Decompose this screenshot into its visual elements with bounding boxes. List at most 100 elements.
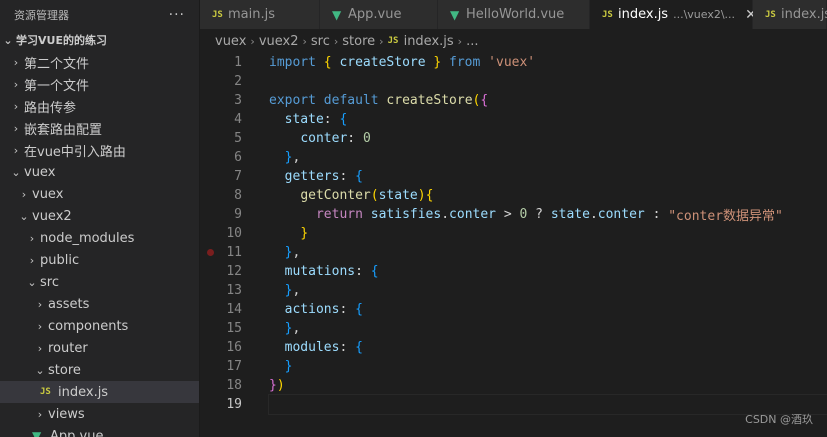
code-line[interactable]: 5 conter: 0 xyxy=(200,129,827,148)
code-token: ) xyxy=(417,188,426,203)
code-line[interactable]: 2 xyxy=(200,72,827,91)
line-text: conter: 0 xyxy=(269,129,827,148)
chevron-right-icon: › xyxy=(13,143,19,157)
js-file-icon: JS xyxy=(387,36,399,46)
tree-item[interactable]: › components xyxy=(0,315,199,337)
line-text: mutations: { xyxy=(269,262,827,281)
tree-item[interactable]: › assets xyxy=(0,293,199,315)
code-line[interactable]: 11 }, xyxy=(200,243,827,262)
breadcrumb-item[interactable]: src xyxy=(311,34,330,49)
line-number: 8 xyxy=(234,188,242,203)
tree-item[interactable]: › 在vue中引入路由 xyxy=(0,139,199,161)
line-text: actions: { xyxy=(269,300,827,319)
line-text: }, xyxy=(269,148,827,167)
code-token: , xyxy=(292,150,301,165)
tree-item[interactable]: › views xyxy=(0,403,199,425)
code-token: } xyxy=(284,359,293,374)
code-line[interactable]: 8 getConter(state){ xyxy=(200,186,827,205)
breadcrumb-item[interactable]: store xyxy=(342,34,375,49)
code-line[interactable]: 18}) xyxy=(200,376,827,395)
tree-item[interactable]: ⌄ src xyxy=(0,271,199,293)
code-token: { xyxy=(355,169,363,184)
line-text: getConter(state){ xyxy=(269,186,827,205)
code-line[interactable]: 12 mutations: { xyxy=(200,262,827,281)
code-line[interactable]: 6 }, xyxy=(200,148,827,167)
editor-tab[interactable]: JS main.js xyxy=(200,0,320,29)
editor-tab[interactable]: JS index.js ...\vuex2\... ✕ xyxy=(590,0,757,29)
code-line[interactable]: 15 }, xyxy=(200,319,827,338)
tree-item[interactable]: JS index.js xyxy=(0,381,199,403)
code-line[interactable]: 17 } xyxy=(200,357,827,376)
code-line[interactable]: 9 return satisfies. conter > 0 ? state. co… xyxy=(200,205,827,224)
code-token: createStore xyxy=(339,55,426,70)
breadcrumb-tail[interactable]: ... xyxy=(466,34,478,49)
code-token: return xyxy=(315,207,363,222)
tree-item[interactable]: ⌄ vuex xyxy=(0,161,199,183)
line-number: 7 xyxy=(234,169,242,184)
tree-item[interactable]: › public xyxy=(0,249,199,271)
code-line[interactable]: 13 }, xyxy=(200,281,827,300)
editor-tab[interactable]: JS index.js xyxy=(753,0,827,29)
tree-item-label: store xyxy=(48,362,81,378)
breadcrumb-item[interactable]: vuex xyxy=(215,34,246,49)
line-text: state: { xyxy=(269,110,827,129)
js-file-icon: JS xyxy=(765,9,776,20)
line-text: export default createStore({ xyxy=(269,91,827,110)
vue-file-icon: ▼ xyxy=(32,429,42,437)
tree-item[interactable]: › 第二个文件 xyxy=(0,51,199,73)
tree-item[interactable]: › router xyxy=(0,337,199,359)
code-token: 0 xyxy=(362,131,371,146)
line-number: 4 xyxy=(234,112,242,127)
code-line[interactable]: 1 import { createStore } from 'vuex' xyxy=(200,53,827,72)
line-text: }, xyxy=(269,281,827,300)
code-token: 0 xyxy=(519,207,528,222)
tree-item[interactable]: › vuex xyxy=(0,183,199,205)
code-token: state xyxy=(550,207,590,222)
code-token: { xyxy=(355,340,363,355)
tree-item[interactable]: › 第一个文件 xyxy=(0,73,199,95)
line-text: } xyxy=(269,357,827,376)
tree-item[interactable]: ⌄ vuex2 xyxy=(0,205,199,227)
tree-item-label: router xyxy=(48,340,88,356)
tree-item[interactable]: › node_modules xyxy=(0,227,199,249)
code-token: } xyxy=(284,321,293,336)
code-line[interactable]: 3 export default createStore({ xyxy=(200,91,827,110)
tab-label: index.js xyxy=(781,7,827,22)
editor-tab[interactable]: ▼ HelloWorld.vue xyxy=(438,0,590,29)
breadcrumb: vuex › vuex2 › src › store › JS index.js ›... xyxy=(200,29,827,53)
line-text: }) xyxy=(269,376,827,395)
chevron-right-icon: › xyxy=(37,341,43,355)
project-root[interactable]: ⌄ 学习VUE的的练习 xyxy=(0,29,199,51)
code-line[interactable]: 7 getters: { xyxy=(200,167,827,186)
code-line[interactable]: 16 modules: { xyxy=(200,338,827,357)
code-line[interactable]: 19 xyxy=(200,394,827,415)
tree-item-label: node_modules xyxy=(40,230,135,246)
chevron-right-icon: › xyxy=(13,99,19,113)
breakpoint-icon[interactable] xyxy=(207,249,214,256)
code-line[interactable]: 10 } xyxy=(200,224,827,243)
breadcrumb-file[interactable]: index.js xyxy=(404,34,454,49)
code-token: : xyxy=(323,112,340,127)
more-actions-icon[interactable]: ··· xyxy=(169,7,185,23)
code-token: : xyxy=(339,169,356,184)
tree-item-label: 第二个文件 xyxy=(24,56,90,72)
code-token: 'vuex' xyxy=(488,55,536,70)
editor-tab[interactable]: ▼ App.vue xyxy=(320,0,438,29)
code-token: : xyxy=(339,340,356,355)
tree-item[interactable]: › 嵌套路由配置 xyxy=(0,117,199,139)
explorer-title: 资源管理器 xyxy=(14,8,69,22)
code-line[interactable]: 4 state: { xyxy=(200,110,827,129)
code-line[interactable]: 14 actions: { xyxy=(200,300,827,319)
tree-item[interactable]: ▼ App.vue xyxy=(0,425,199,437)
breadcrumb-item[interactable]: vuex2 xyxy=(259,34,299,49)
tree-item[interactable]: ⌄ store xyxy=(0,359,199,381)
tree-item[interactable]: › 路由传参 xyxy=(0,95,199,117)
chevron-right-icon: › xyxy=(250,34,255,48)
line-number: 3 xyxy=(234,93,242,108)
code-editor[interactable]: 1 import { createStore } from 'vuex' 2 3 exp… xyxy=(200,53,827,415)
